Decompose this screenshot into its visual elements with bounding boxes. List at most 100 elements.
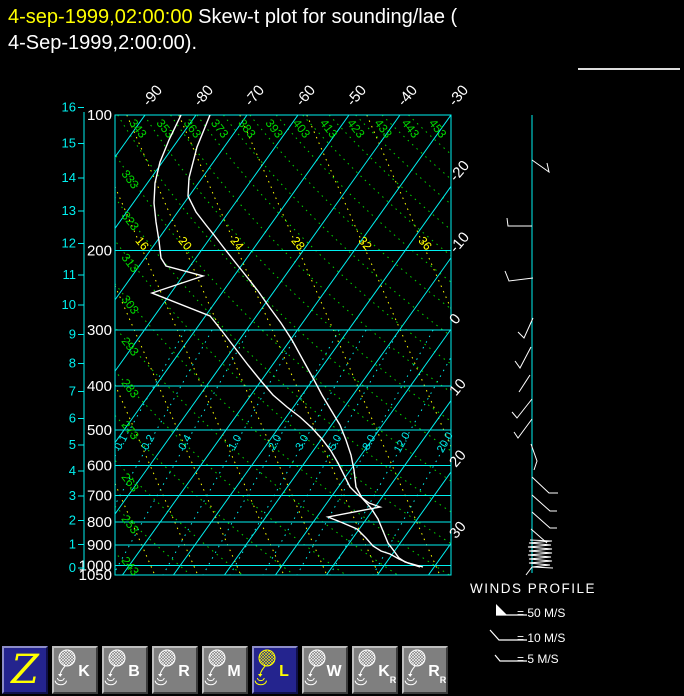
svg-text:10: 10 [446,375,470,399]
svg-text:13: 13 [62,203,76,218]
svg-text:343: 343 [126,116,150,141]
svg-text:9: 9 [69,327,76,342]
toolbar-button-k[interactable]: K [52,646,98,694]
svg-text:R: R [390,675,396,685]
temperature-trace [187,115,424,568]
svg-text:453: 453 [426,116,450,141]
svg-text:800: 800 [87,514,112,531]
toolbar-button-z[interactable]: Z [2,646,48,694]
svg-text:W: W [326,663,342,680]
mixing-ratio-labels: 0.1 0.2 0.4 1.0 2.0 3.0 5.0 8.0 12.0 20.0 [112,430,455,455]
svg-text:R: R [440,675,446,685]
height-axis: 012345678910111213141516 [62,100,85,575]
svg-text:M: M [227,663,240,680]
toolbar-button-r-r[interactable]: RR [402,646,448,694]
svg-text:100: 100 [87,107,112,124]
svg-text:2.0: 2.0 [266,433,284,452]
svg-text:-10: -10 [446,229,473,257]
svg-text:= 10 M/S: = 10 M/S [517,631,565,645]
svg-text:WINDS PROFILE: WINDS PROFILE [470,581,596,596]
svg-text:433: 433 [372,116,396,141]
svg-text:6: 6 [69,411,76,426]
svg-text:8.0: 8.0 [360,433,378,452]
svg-text:303: 303 [118,293,142,318]
svg-text:0: 0 [69,560,76,575]
toolbar-button-m[interactable]: M [202,646,248,694]
svg-text:700: 700 [87,488,112,505]
svg-text:263: 263 [118,470,142,495]
skewt-plot: 1002003004005006007008009001000105001234… [62,82,596,666]
temperature-axis-labels: -90 -80 -70 -60 -50 -40 -30-20-100102030 [139,82,473,542]
svg-text:-40: -40 [394,82,421,110]
svg-text:333: 333 [118,167,142,192]
svg-text:3.0: 3.0 [293,433,311,452]
radiosonde-balloon-icon: R [154,649,190,686]
svg-text:0.2: 0.2 [139,433,157,452]
svg-text:-70: -70 [241,82,268,110]
svg-text:-60: -60 [292,82,319,110]
svg-text:1: 1 [69,537,76,552]
radiosonde-balloon-icon: M [204,649,241,686]
toolbar-button-k-r[interactable]: KR [352,646,398,694]
radiosonde-balloon-icon: W [304,649,342,686]
toolbar: ZKBRMLWKRRR [2,646,448,694]
svg-text:443: 443 [399,116,423,141]
isotherm-grid [115,115,451,575]
svg-text:0.4: 0.4 [176,433,194,452]
svg-text:R: R [178,663,190,680]
svg-text:10: 10 [62,297,76,312]
svg-text:403: 403 [290,116,314,141]
svg-text:14: 14 [62,170,76,185]
svg-text:3: 3 [69,488,76,503]
svg-text:K: K [78,663,90,680]
svg-text:16: 16 [62,100,76,115]
app-window: 4-sep-1999,02:00:00 Skew-t plot for soun… [0,0,684,696]
svg-text:K: K [378,663,390,680]
plot-grid-area [115,115,451,575]
radiosonde-balloon-icon: B [104,649,140,686]
svg-text:7: 7 [69,383,76,398]
svg-text:1.0: 1.0 [226,433,244,452]
svg-text:-50: -50 [343,82,370,110]
svg-text:0: 0 [446,310,464,327]
svg-text:-20: -20 [446,157,473,185]
toolbar-button-b[interactable]: B [102,646,148,694]
toolbar-button-w[interactable]: W [302,646,348,694]
svg-text:B: B [128,663,140,680]
svg-text:500: 500 [87,422,112,439]
svg-text:423: 423 [344,116,368,141]
svg-text:-90: -90 [139,82,166,110]
svg-text:373: 373 [208,116,232,141]
radiosonde-balloon-icon: KR [354,649,396,686]
winds-legend: WINDS PROFILE = 50 M/S = 10 M/S = 5 M/S [470,581,596,666]
dewpoint-trace [149,115,421,568]
svg-text:12.0: 12.0 [392,430,413,455]
toolbar-button-l[interactable]: L [252,646,298,694]
dry-adiabats [115,115,451,575]
svg-text:2: 2 [69,513,76,528]
svg-text:300: 300 [87,322,112,339]
svg-text:400: 400 [87,378,112,395]
svg-text:200: 200 [87,243,112,260]
svg-text:323: 323 [118,209,142,234]
script-z-icon: Z [9,648,40,692]
svg-text:Z: Z [9,648,40,692]
svg-text:-80: -80 [190,82,217,110]
svg-text:-30: -30 [445,82,472,110]
svg-text:R: R [428,663,440,680]
svg-text:15: 15 [62,135,76,150]
svg-text:353: 353 [154,116,178,141]
svg-text:383: 383 [235,116,259,141]
svg-text:600: 600 [87,458,112,475]
svg-text:8: 8 [69,355,76,370]
svg-text:4: 4 [69,463,76,478]
moist-adiabats [115,115,451,575]
svg-text:12: 12 [62,235,76,250]
toolbar-button-r[interactable]: R [152,646,198,694]
svg-text:L: L [279,663,289,680]
svg-text:11: 11 [63,267,77,282]
radiosonde-balloon-icon: K [54,649,90,686]
svg-text:= 5 M/S: = 5 M/S [517,652,559,666]
radiosonde-balloon-icon: RR [404,649,446,686]
svg-text:= 50 M/S: = 50 M/S [517,606,565,620]
